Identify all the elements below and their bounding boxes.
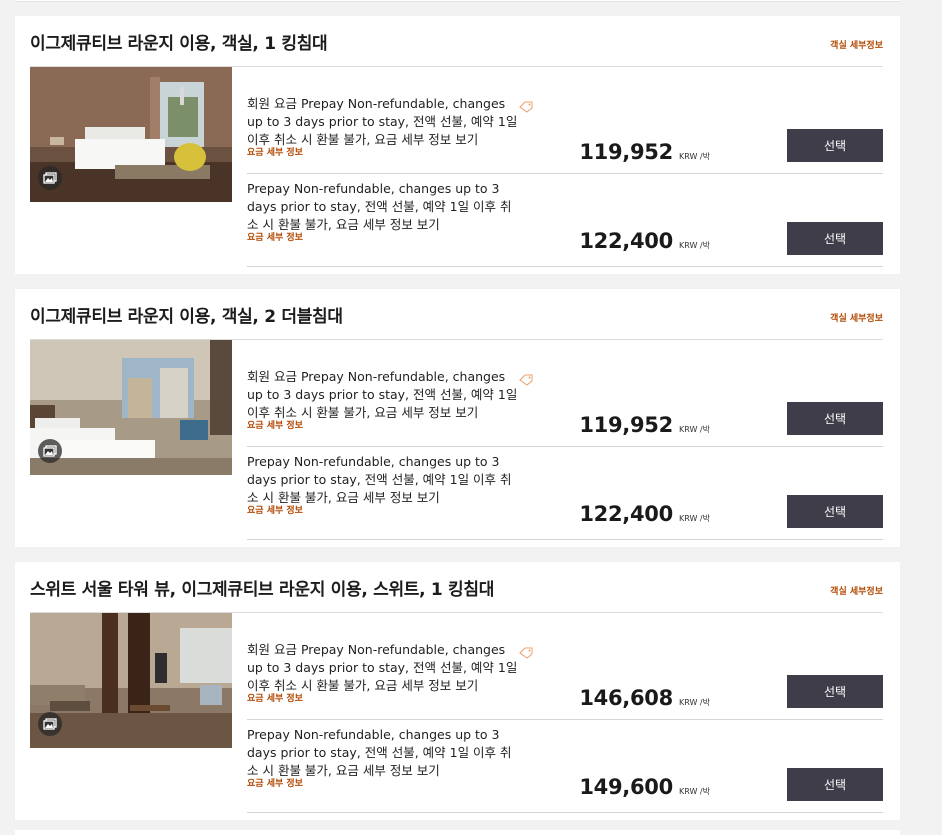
price-unit: KRW /박 — [679, 241, 710, 250]
room-details-link[interactable]: 객실 세부정보 — [830, 584, 883, 597]
rate-details-link[interactable]: 요금 세부 정보 — [247, 778, 522, 790]
photo-gallery-icon[interactable] — [38, 166, 62, 190]
rate-description-text: 회원 요금 Prepay Non-refundable, changes up … — [247, 369, 518, 420]
divider — [247, 539, 883, 540]
price-amount: 122,400 — [579, 229, 673, 253]
price-amount: 146,608 — [579, 686, 673, 710]
select-button[interactable]: 선택 — [787, 222, 883, 255]
room-title: 스위트 서울 타워 뷰, 이그제큐티브 라운지 이용, 스위트, 1 킹침대 — [30, 580, 495, 600]
rate-details-link[interactable]: 요금 세부 정보 — [247, 147, 522, 159]
price: 119,952 KRW /박 — [579, 413, 710, 437]
price: 119,952 KRW /박 — [579, 140, 710, 164]
price-unit: KRW /박 — [679, 425, 710, 434]
select-button[interactable]: 선택 — [787, 675, 883, 708]
price-unit: KRW /박 — [679, 787, 710, 796]
select-button[interactable]: 선택 — [787, 495, 883, 528]
price-amount: 149,600 — [579, 775, 673, 799]
select-button[interactable]: 선택 — [787, 402, 883, 435]
room-card: 이그제큐티브 라운지 이용, 객실, 1 킹침대 객실 세부정보 회원 요금 P… — [15, 16, 900, 274]
rate-details-link[interactable]: 요금 세부 정보 — [247, 693, 522, 705]
member-rate-tag-icon — [519, 371, 533, 386]
next-card-edge — [15, 830, 900, 835]
price-unit: KRW /박 — [679, 152, 710, 161]
rate-description-text: Prepay Non-refundable, changes up to 3 d… — [247, 454, 512, 505]
rate-details-link[interactable]: 요금 세부 정보 — [247, 420, 522, 432]
member-rate-tag-icon — [519, 644, 533, 659]
room-card: 이그제큐티브 라운지 이용, 객실, 2 더블침대 객실 세부정보 회원 요금 … — [15, 289, 900, 547]
price-amount: 119,952 — [579, 413, 673, 437]
rate-row: Prepay Non-refundable, changes up to 3 d… — [247, 174, 883, 267]
rate-row: Prepay Non-refundable, changes up to 3 d… — [247, 447, 883, 540]
price-amount: 119,952 — [579, 140, 673, 164]
rate-description-text: Prepay Non-refundable, changes up to 3 d… — [247, 727, 512, 778]
select-button[interactable]: 선택 — [787, 768, 883, 801]
rate-details-link[interactable]: 요금 세부 정보 — [247, 505, 522, 517]
room-title: 이그제큐티브 라운지 이용, 객실, 1 킹침대 — [30, 34, 328, 54]
rate-description: Prepay Non-refundable, changes up to 3 d… — [247, 453, 522, 517]
photo-gallery-icon[interactable] — [38, 712, 62, 736]
photo-gallery-icon[interactable] — [38, 439, 62, 463]
rate-description: 회원 요금 Prepay Non-refundable, changes up … — [247, 95, 522, 159]
price: 122,400 KRW /박 — [579, 502, 710, 526]
rate-description-text: 회원 요금 Prepay Non-refundable, changes up … — [247, 96, 518, 147]
room-photo[interactable] — [30, 613, 232, 748]
rate-row: 회원 요금 Prepay Non-refundable, changes up … — [247, 81, 883, 174]
price-unit: KRW /박 — [679, 514, 710, 523]
rate-description-text: Prepay Non-refundable, changes up to 3 d… — [247, 181, 512, 232]
price-unit: KRW /박 — [679, 698, 710, 707]
room-title: 이그제큐티브 라운지 이용, 객실, 2 더블침대 — [30, 307, 343, 327]
previous-card-edge — [15, 0, 900, 2]
select-button[interactable]: 선택 — [787, 129, 883, 162]
room-details-link[interactable]: 객실 세부정보 — [830, 38, 883, 51]
member-rate-tag-icon — [519, 98, 533, 113]
rate-description-text: 회원 요금 Prepay Non-refundable, changes up … — [247, 642, 518, 693]
rate-row: 회원 요금 Prepay Non-refundable, changes up … — [247, 354, 883, 447]
rate-details-link[interactable]: 요금 세부 정보 — [247, 232, 522, 244]
rate-description: Prepay Non-refundable, changes up to 3 d… — [247, 180, 522, 244]
room-photo[interactable] — [30, 340, 232, 475]
price: 146,608 KRW /박 — [579, 686, 710, 710]
room-card: 스위트 서울 타워 뷰, 이그제큐티브 라운지 이용, 스위트, 1 킹침대 객… — [15, 562, 900, 820]
price-amount: 122,400 — [579, 502, 673, 526]
rate-description: Prepay Non-refundable, changes up to 3 d… — [247, 726, 522, 790]
rate-description: 회원 요금 Prepay Non-refundable, changes up … — [247, 641, 522, 705]
rate-row: Prepay Non-refundable, changes up to 3 d… — [247, 720, 883, 813]
divider — [247, 812, 883, 813]
room-details-link[interactable]: 객실 세부정보 — [830, 311, 883, 324]
rate-row: 회원 요금 Prepay Non-refundable, changes up … — [247, 627, 883, 720]
price: 149,600 KRW /박 — [579, 775, 710, 799]
price: 122,400 KRW /박 — [579, 229, 710, 253]
rate-description: 회원 요금 Prepay Non-refundable, changes up … — [247, 368, 522, 432]
divider — [247, 266, 883, 267]
room-photo[interactable] — [30, 67, 232, 202]
